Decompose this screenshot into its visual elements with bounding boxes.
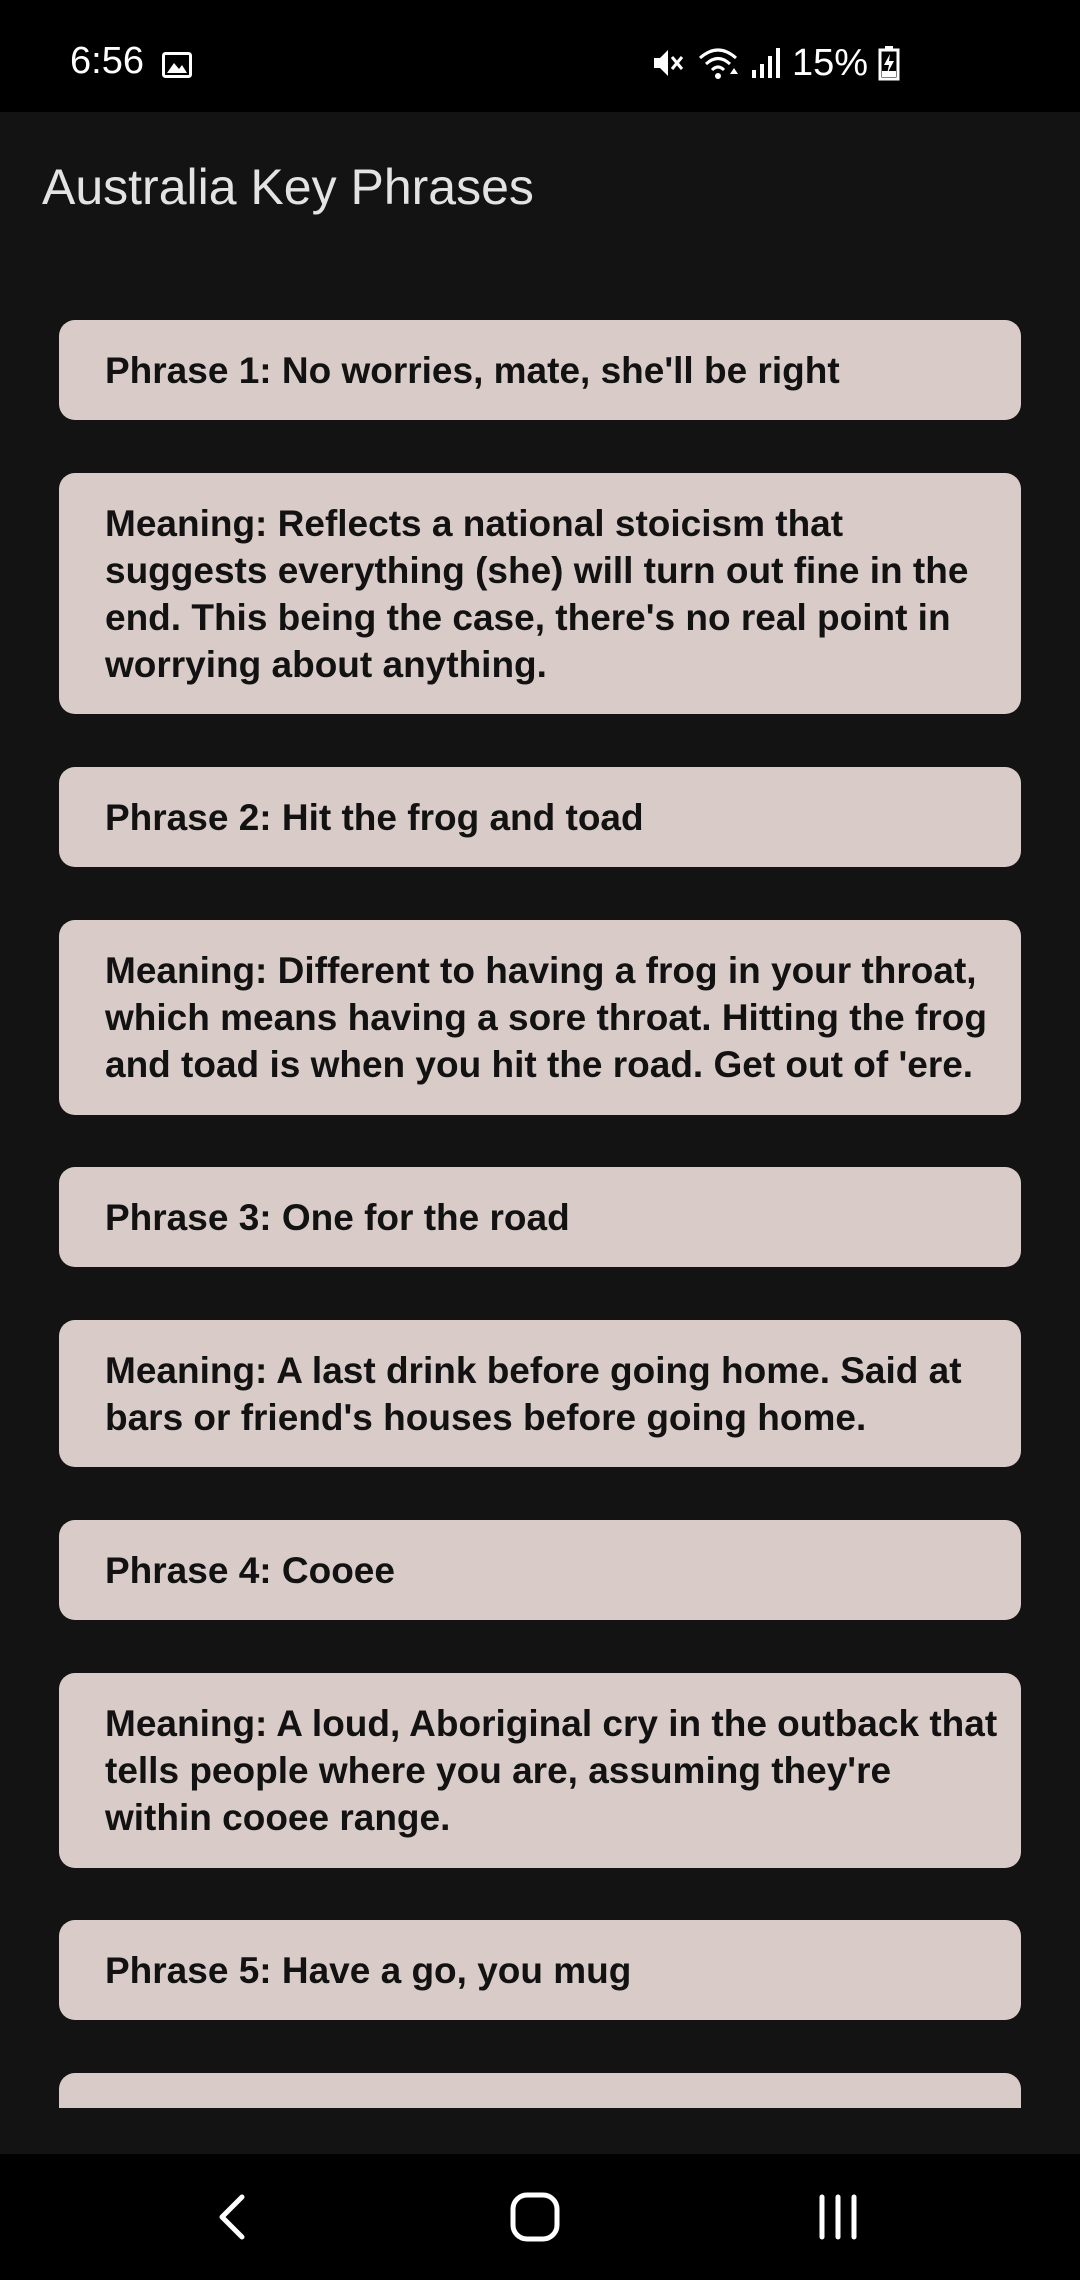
phrase-card: Phrase 3: One for the road — [59, 1167, 1021, 1267]
back-button[interactable] — [192, 2184, 272, 2250]
status-icons: 15% — [648, 44, 900, 82]
recent-apps-button[interactable] — [798, 2184, 878, 2250]
meaning-card: Meaning: Reflects a national stoicism th… — [59, 473, 1021, 714]
card-text: Phrase 2: Hit the frog and toad — [105, 796, 644, 838]
card-text: Meaning: A last drink before going home.… — [105, 1349, 962, 1438]
recent-apps-icon — [819, 2194, 857, 2240]
navigation-bar — [0, 2154, 1080, 2280]
card-text: Phrase 5: Have a go, you mug — [105, 1949, 632, 1991]
card-text: Meaning: Different to having a frog in y… — [105, 950, 987, 1085]
page-title: Australia Key Phrases — [42, 159, 534, 215]
battery-percent: 15% — [791, 42, 868, 84]
card-text: Meaning: A loud, Aboriginal cry in the o… — [105, 1703, 998, 1838]
mute-icon — [653, 50, 684, 76]
gallery-icon — [162, 52, 192, 78]
phrase-list[interactable]: Phrase 1: No worries, mate, she'll be ri… — [0, 262, 1080, 2108]
meaning-card: Meaning: A last drink before going home.… — [59, 1320, 1021, 1467]
phrase-card: Phrase 4: Cooee — [59, 1520, 1021, 1620]
app-header: Australia Key Phrases — [0, 112, 1080, 262]
home-button[interactable] — [495, 2184, 575, 2250]
home-icon — [510, 2192, 560, 2242]
card-text: Phrase 3: One for the road — [105, 1196, 570, 1238]
back-icon — [219, 2194, 245, 2240]
battery-charging-icon — [878, 46, 900, 81]
meaning-card: Meaning: A loud, Aboriginal cry in the o… — [59, 1673, 1021, 1868]
phrase-card: Phrase 5: Have a go, you mug — [59, 1920, 1021, 2020]
wifi-icon — [698, 48, 738, 79]
card-text: Phrase 4: Cooee — [105, 1549, 395, 1591]
card-text: Phrase 1: No worries, mate, she'll be ri… — [105, 349, 840, 391]
status-bar: 6:56 15% — [0, 0, 1080, 112]
meaning-card — [59, 2073, 1021, 2108]
card-text: Meaning: Reflects a national stoicism th… — [105, 502, 969, 685]
phrase-card: Phrase 1: No worries, mate, she'll be ri… — [59, 320, 1021, 420]
phrase-card: Phrase 2: Hit the frog and toad — [59, 767, 1021, 867]
meaning-card: Meaning: Different to having a frog in y… — [59, 920, 1021, 1115]
signal-icon — [751, 48, 780, 78]
status-time: 6:56 — [70, 40, 144, 82]
